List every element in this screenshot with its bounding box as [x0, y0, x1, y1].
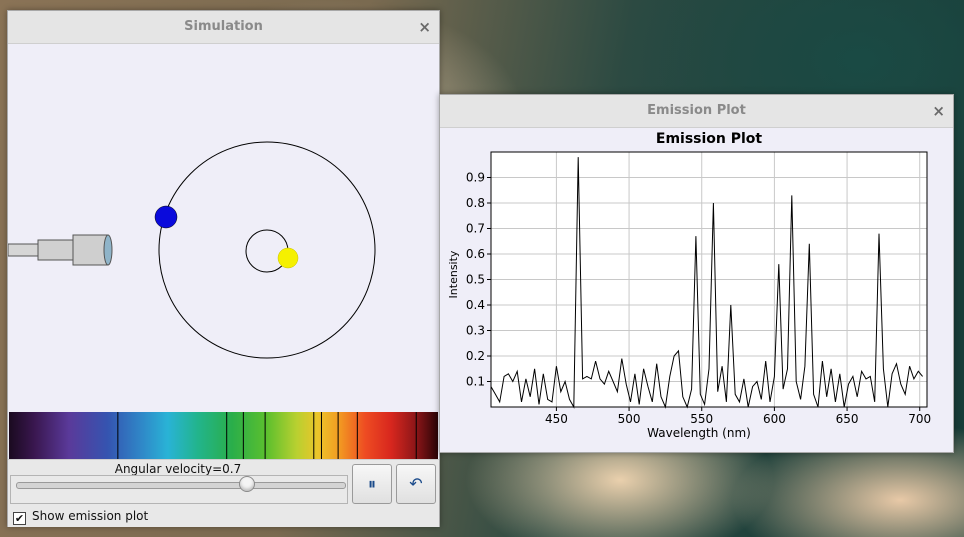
x-tick-label: 550 — [690, 412, 713, 426]
simulation-titlebar[interactable]: Simulation × — [8, 11, 439, 44]
y-tick-label: 0.5 — [466, 273, 485, 287]
y-tick-label: 0.6 — [466, 247, 485, 261]
y-tick-label: 0.4 — [466, 298, 485, 312]
emission-plot-titlebar[interactable]: Emission Plot × — [440, 95, 953, 128]
angular-velocity-label: Angular velocity=0.7 — [114, 462, 242, 476]
chart-title: Emission Plot — [656, 131, 763, 147]
y-axis-label: Intensity — [447, 250, 460, 298]
y-tick-label: 0.2 — [466, 349, 485, 363]
x-tick-label: 500 — [618, 412, 641, 426]
simulation-close-icon[interactable]: × — [418, 11, 431, 43]
y-tick-label: 0.9 — [466, 171, 485, 185]
controls-panel: Angular velocity=0.7 ⏸ ↶ ✔ Show emission … — [8, 459, 439, 527]
x-tick-label: 650 — [836, 412, 859, 426]
yellow-star — [277, 247, 299, 269]
emission-spectrum-bar — [9, 412, 438, 459]
emission-plot-close-icon[interactable]: × — [932, 95, 945, 127]
emission-plot-window: Emission Plot × Emission Plot 450 500 550 60… — [439, 94, 954, 453]
telescope-icon — [8, 234, 113, 266]
simulation-title: Simulation — [184, 19, 263, 34]
pause-icon: ⏸ — [367, 474, 376, 493]
y-tick-label: 0.8 — [466, 196, 485, 210]
y-tick-label: 0.7 — [466, 222, 485, 236]
y-tick-label: 0.3 — [466, 324, 485, 338]
show-emission-plot-checkbox[interactable]: ✔ Show emission plot — [13, 509, 148, 525]
slider-frame — [10, 475, 348, 504]
reset-icon: ↶ — [409, 474, 423, 493]
emission-chart: Emission Plot 450 500 550 600 650 700 0.1 0.2 0.3… — [447, 131, 931, 440]
y-tick-label: 0.1 — [466, 375, 485, 389]
reset-button[interactable]: ↶ — [396, 464, 436, 504]
x-axis-label: Wavelength (nm) — [647, 426, 751, 440]
slider-thumb[interactable] — [238, 476, 255, 492]
outer-orbit — [158, 141, 376, 359]
checkbox-box[interactable]: ✔ — [13, 512, 26, 525]
blue-star — [154, 205, 178, 229]
emission-plot-window-title: Emission Plot — [647, 103, 746, 118]
x-tick-label: 600 — [763, 412, 786, 426]
pause-button[interactable]: ⏸ — [352, 464, 392, 504]
simulation-window: Simulation × Angular velocity=0.7 ⏸ ↶ ✔ … — [7, 10, 440, 527]
checkbox-label: Show emission plot — [32, 509, 149, 523]
x-tick-label: 700 — [908, 412, 931, 426]
angular-velocity-slider[interactable] — [16, 482, 346, 489]
x-tick-label: 450 — [545, 412, 568, 426]
simulation-canvas — [8, 141, 376, 359]
